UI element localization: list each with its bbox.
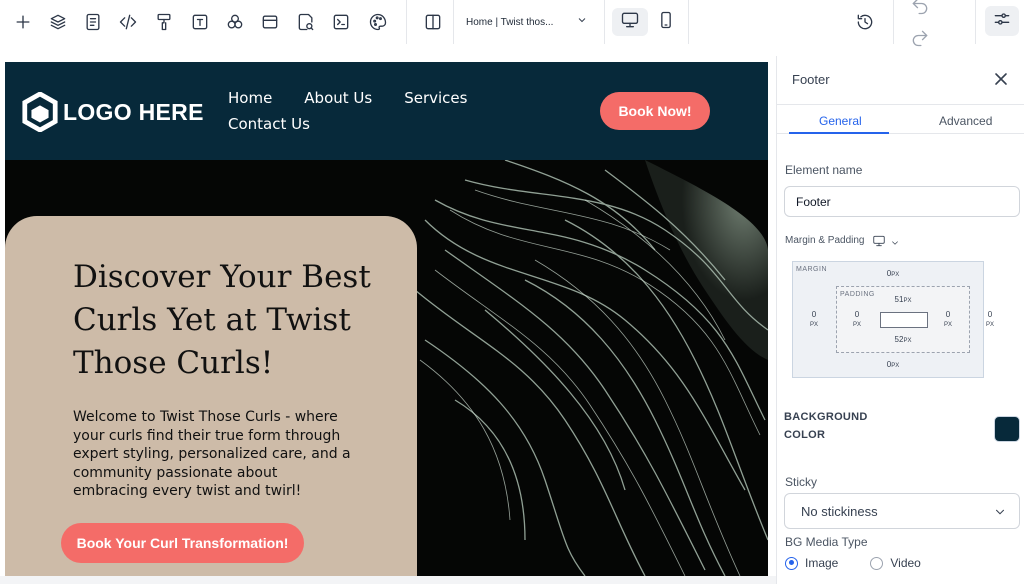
chevron-down-icon [993, 505, 1007, 519]
paint-roller-icon[interactable] [152, 10, 176, 34]
nav-contact-us[interactable]: Contact Us [228, 115, 310, 133]
background-color-swatch[interactable] [994, 416, 1020, 442]
media-type-options: Image Video [785, 556, 921, 570]
margin-bottom-value[interactable]: 0PX [881, 360, 905, 369]
element-name-label: Element name [785, 163, 863, 177]
sticky-label: Sticky [785, 475, 818, 489]
terminal-icon[interactable] [329, 10, 353, 34]
hexagon-logo-icon [22, 92, 58, 132]
margin-left-value[interactable]: 0 PX [802, 310, 826, 328]
editor-toolbar: Home | Twist thos... [0, 0, 1024, 47]
panel-title: Footer [792, 72, 830, 87]
active-tab-indicator [789, 132, 889, 134]
hero-title: Discover Your Best Curls Yet at Twist Th… [73, 259, 371, 381]
page-selector[interactable]: Home | Twist thos... [466, 13, 592, 31]
split-view-icon[interactable] [421, 10, 445, 34]
chevron-down-icon [890, 235, 900, 253]
bg-media-type-label: BG Media Type [785, 535, 868, 549]
nav-services[interactable]: Services [404, 89, 467, 107]
components-icon[interactable] [223, 10, 247, 34]
padding-bottom-value[interactable]: 52PX [891, 335, 915, 344]
code-icon[interactable] [116, 10, 140, 34]
undo-icon[interactable] [908, 0, 932, 18]
logo-text: LOGO HERE [63, 98, 204, 125]
padding-label: PADDING [840, 291, 875, 298]
sticky-select[interactable]: No stickiness [784, 493, 1020, 529]
site-header[interactable]: LOGO HERE Home About Us Services Contact… [5, 62, 768, 160]
layers-icon[interactable] [46, 10, 70, 34]
hero-card: Discover Your Best Curls Yet at Twist Th… [5, 216, 417, 576]
search-doc-icon[interactable] [294, 10, 318, 34]
margin-top-value[interactable]: 0PX [881, 269, 905, 278]
settings-panel: Footer General Advanced Element name Foo… [776, 56, 1024, 584]
padding-right-value[interactable]: 0 PX [936, 310, 960, 328]
element-name-field[interactable]: Footer [784, 186, 1020, 217]
history-icon[interactable] [853, 10, 877, 34]
desktop-icon [871, 234, 887, 253]
padding-top-value[interactable]: 51PX [891, 295, 915, 304]
element-name-value: Footer [796, 194, 831, 209]
mobile-view-button[interactable] [648, 8, 684, 36]
tab-advanced[interactable]: Advanced [939, 114, 992, 128]
padding-left-value[interactable]: 0 PX [845, 310, 869, 328]
text-icon[interactable] [188, 10, 212, 34]
background-color-label: BACKGROUND COLOR [784, 411, 868, 441]
margin-padding-label: Margin & Padding [785, 235, 865, 246]
radio-image[interactable] [785, 556, 798, 570]
tab-general[interactable]: General [819, 114, 862, 128]
margin-label: MARGIN [796, 266, 827, 273]
redo-icon[interactable] [908, 26, 932, 50]
content-box [880, 312, 928, 328]
box-model-editor: MARGIN 0PX 0PX 0 PX 0 PX PADDING 51PX 52PX… [792, 261, 994, 378]
site-nav: Home About Us Services Contact Us [228, 89, 488, 133]
nav-about-us[interactable]: About Us [304, 89, 372, 107]
site-logo[interactable]: LOGO HERE [21, 92, 204, 132]
hero-cta-button[interactable]: Book Your Curl Transformation! [61, 523, 304, 563]
page-icon[interactable] [81, 10, 105, 34]
settings-sliders-icon [992, 9, 1012, 34]
layout-icon[interactable] [258, 10, 282, 34]
book-now-button[interactable]: Book Now! [600, 92, 710, 130]
radio-video-label[interactable]: Video [890, 556, 920, 570]
mobile-icon [656, 10, 676, 35]
device-scope-selector[interactable] [871, 234, 900, 253]
plus-icon[interactable] [11, 10, 35, 34]
page-selector-label: Home | Twist thos... [466, 16, 554, 28]
canvas-bottom-strip [0, 576, 776, 584]
radio-image-label[interactable]: Image [805, 556, 838, 570]
page-canvas[interactable]: LOGO HERE Home About Us Services Contact… [5, 62, 768, 576]
desktop-view-button[interactable] [612, 8, 648, 36]
close-icon[interactable] [993, 71, 1009, 87]
hero-text: Welcome to Twist Those Curls - where you… [73, 409, 351, 499]
chevron-down-icon [576, 14, 588, 26]
sticky-select-value: No stickiness [801, 503, 878, 519]
nav-home[interactable]: Home [228, 89, 272, 107]
padding-box: PADDING 51PX 52PX 0 PX 0 PX [836, 286, 970, 353]
radio-video[interactable] [870, 556, 884, 570]
desktop-icon [620, 10, 640, 35]
settings-button[interactable] [985, 6, 1019, 36]
hero-section[interactable]: Discover Your Best Curls Yet at Twist Th… [5, 160, 768, 576]
palette-icon[interactable] [366, 10, 390, 34]
margin-right-value[interactable]: 0 PX [978, 310, 1002, 328]
